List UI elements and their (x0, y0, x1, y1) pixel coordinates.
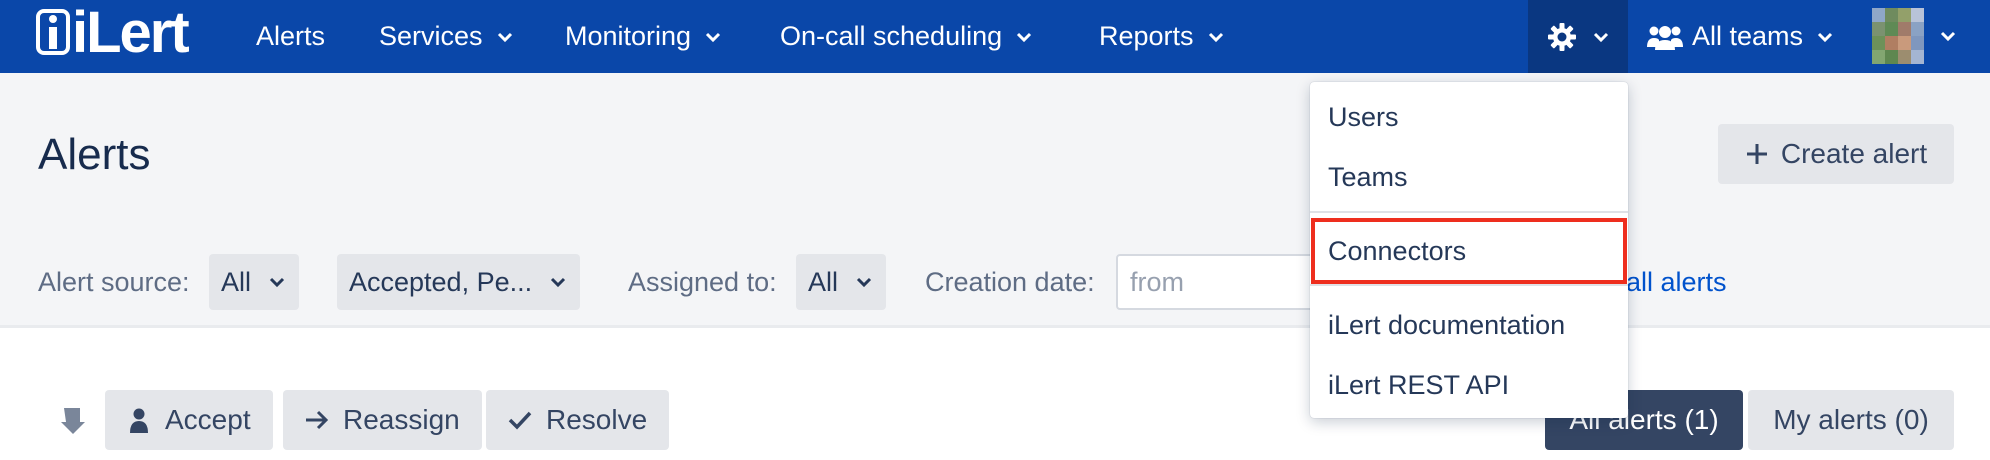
avatar (1872, 8, 1924, 64)
chevron-down-icon (1017, 32, 1032, 42)
date-from-placeholder: from (1130, 266, 1184, 297)
menu-item-ilert-rest-api[interactable]: iLert REST API (1310, 361, 1628, 409)
assigned-to-label: Assigned to: (628, 267, 777, 297)
nav-monitoring[interactable]: Monitoring (565, 0, 721, 73)
nav-reports[interactable]: Reports (1099, 0, 1224, 73)
menu-item-teams[interactable]: Teams (1310, 153, 1628, 201)
user-icon (130, 408, 148, 433)
chevron-down-icon (269, 277, 285, 288)
teams-selector[interactable]: All teams (1646, 0, 1833, 73)
logo-mark-icon (36, 9, 70, 55)
top-navigation: iLert Alerts Services Monitoring On-call… (0, 0, 1990, 73)
nav-alerts[interactable]: Alerts (256, 0, 325, 73)
nav-monitoring-label: Monitoring (565, 21, 692, 51)
alert-source-label: Alert source: (38, 267, 190, 297)
menu-item-rest-api-label: iLert REST API (1328, 369, 1510, 400)
user-menu-button[interactable] (1872, 8, 1956, 64)
resolve-label: Resolve (546, 404, 648, 435)
creation-date-from-input[interactable]: from (1116, 254, 1336, 310)
nav-on-call-scheduling[interactable]: On-call scheduling (780, 0, 1032, 73)
assigned-to-value: All (808, 266, 839, 297)
chevron-down-icon (1208, 32, 1223, 42)
menu-item-teams-label: Teams (1328, 161, 1408, 192)
sort-down-icon[interactable] (60, 406, 86, 436)
resolve-button[interactable]: Resolve (486, 390, 670, 450)
all-alerts-link[interactable]: all alerts (1626, 264, 1727, 300)
nav-reports-label: Reports (1099, 21, 1194, 51)
reassign-label: Reassign (343, 404, 460, 435)
ilert-logo[interactable]: iLert (36, 0, 190, 65)
accept-button[interactable]: Accept (105, 390, 273, 450)
nav-on-call-label: On-call scheduling (780, 21, 1003, 51)
menu-item-ilert-documentation[interactable]: iLert documentation (1310, 301, 1628, 349)
chevron-down-icon (551, 277, 566, 288)
menu-item-users[interactable]: Users (1310, 93, 1628, 141)
create-alert-button[interactable]: Create alert (1718, 124, 1954, 184)
plus-icon (1746, 144, 1767, 164)
menu-divider (1310, 211, 1628, 213)
gear-icon (1548, 22, 1576, 51)
arrow-right-icon (306, 410, 329, 430)
reassign-button[interactable]: Reassign (283, 390, 482, 450)
status-value: Accepted, Pe... (349, 266, 533, 297)
page-title: Alerts (38, 130, 151, 179)
creation-date-label: Creation date: (925, 267, 1095, 297)
chevron-down-icon (1940, 31, 1956, 42)
connectors-highlight-box (1311, 218, 1627, 284)
status-select[interactable]: Accepted, Pe... (337, 254, 581, 310)
teams-label: All teams (1692, 21, 1804, 51)
accept-label: Accept (165, 404, 251, 435)
tab-my-alerts[interactable]: My alerts (0) (1748, 390, 1954, 450)
chevron-down-icon (497, 32, 512, 42)
menu-item-documentation-label: iLert documentation (1328, 309, 1566, 340)
menu-divider (1310, 284, 1628, 286)
create-alert-label: Create alert (1780, 138, 1928, 169)
alert-source-value: All (221, 266, 252, 297)
menu-item-users-label: Users (1328, 101, 1399, 132)
settings-menu-button[interactable] (1528, 0, 1628, 73)
nav-services[interactable]: Services (379, 0, 513, 73)
tab-my-alerts-label: My alerts (0) (1773, 404, 1929, 435)
chevron-down-icon (1817, 32, 1833, 42)
users-icon (1647, 25, 1683, 50)
checkmark-icon (508, 411, 532, 430)
nav-services-label: Services (379, 21, 483, 51)
logo-text: iLert (72, 0, 190, 65)
chevron-down-icon (856, 277, 872, 288)
nav-alerts-label: Alerts (256, 21, 326, 51)
chevron-down-icon (706, 32, 721, 42)
alert-source-select[interactable]: All (209, 254, 300, 310)
assigned-to-select[interactable]: All (796, 254, 887, 310)
chevron-down-icon (1593, 32, 1609, 42)
